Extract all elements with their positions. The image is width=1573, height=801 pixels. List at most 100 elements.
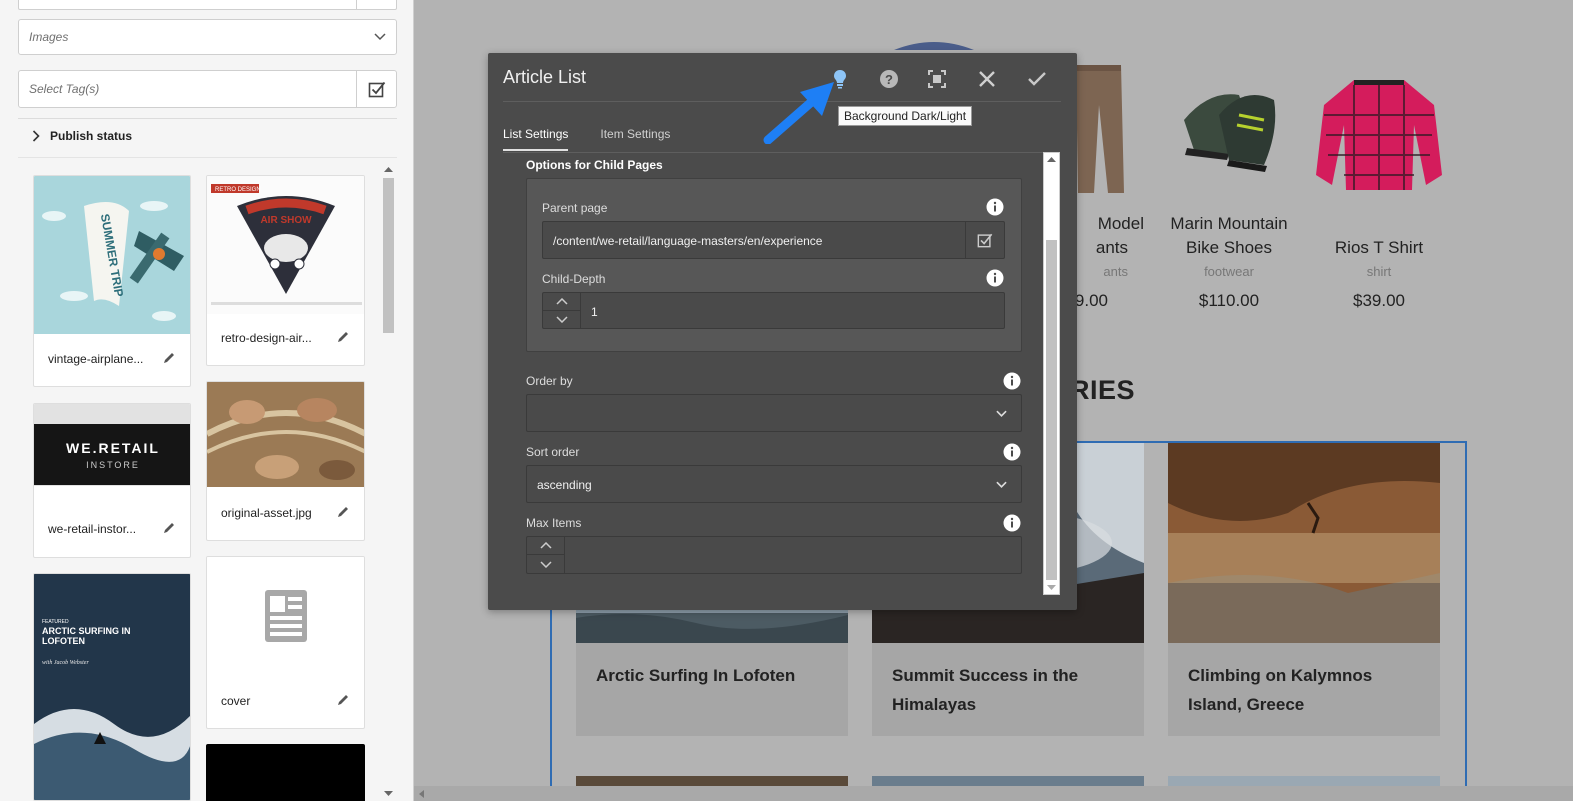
info-icon[interactable] bbox=[1003, 514, 1021, 532]
chevron-down-icon bbox=[996, 410, 1007, 417]
section-title: Options for Child Pages bbox=[526, 158, 663, 172]
max-items-label: Max Items bbox=[526, 516, 582, 530]
dialog-scrollbar[interactable] bbox=[1043, 152, 1060, 595]
asset-card-we-retail-instore[interactable]: WE.RETAIL INSTORE we-retail-instor... bbox=[33, 403, 191, 558]
scroll-up-icon[interactable] bbox=[1047, 156, 1056, 163]
scroll-down-icon[interactable] bbox=[1047, 584, 1056, 591]
checklist-icon bbox=[368, 81, 385, 98]
fullscreen-icon bbox=[928, 70, 946, 88]
asset-card-original-asset[interactable]: original-asset.jpg bbox=[206, 381, 365, 541]
chevron-down-icon bbox=[374, 33, 386, 41]
order-by-select[interactable] bbox=[526, 394, 1022, 432]
scrollbar-thumb[interactable] bbox=[383, 178, 394, 333]
edit-icon[interactable] bbox=[336, 693, 350, 707]
sort-order-label: Sort order bbox=[526, 445, 580, 459]
tags-input[interactable]: Select Tag(s) bbox=[19, 71, 356, 107]
decrement-button[interactable] bbox=[527, 555, 564, 573]
svg-text:WE.RETAIL: WE.RETAIL bbox=[66, 440, 160, 456]
preview-horizontal-scrollbar[interactable] bbox=[414, 786, 1573, 801]
help-button[interactable]: ? bbox=[876, 66, 902, 92]
asset-name: original-asset.jpg bbox=[221, 506, 312, 520]
edit-icon[interactable] bbox=[162, 521, 176, 535]
child-depth-label: Child-Depth bbox=[542, 272, 606, 286]
browse-parent-page-button[interactable] bbox=[965, 222, 1004, 258]
chevron-down-icon bbox=[555, 316, 568, 323]
product-card-t-shirt[interactable]: Rios T Shirt shirt $39.00 bbox=[1304, 212, 1454, 311]
increment-button[interactable] bbox=[527, 537, 564, 555]
product-name-line2: Bike Shoes bbox=[1186, 238, 1272, 257]
svg-text:RETRO DESIGN: RETRO DESIGN bbox=[215, 187, 261, 193]
close-button[interactable] bbox=[974, 66, 1000, 92]
chevron-up-icon bbox=[555, 297, 568, 305]
decrement-button[interactable] bbox=[543, 311, 580, 329]
info-icon[interactable] bbox=[1003, 443, 1021, 461]
info-icon[interactable] bbox=[986, 269, 1004, 287]
asset-panel-scrollbar[interactable] bbox=[382, 166, 395, 801]
parent-page-label: Parent page bbox=[542, 201, 608, 215]
asset-card-retro-design[interactable]: RETRO DESIGN AIR SHOW retro-design-air..… bbox=[206, 175, 365, 366]
edit-icon[interactable] bbox=[336, 330, 350, 344]
info-icon[interactable] bbox=[1003, 372, 1021, 390]
article-card-climbing-kalymnos[interactable]: Climbing on Kalymnos Island, Greece bbox=[1168, 443, 1440, 736]
child-depth-input[interactable]: 1 bbox=[591, 305, 598, 319]
product-image-bike-shoes bbox=[1184, 94, 1276, 172]
help-icon: ? bbox=[880, 70, 898, 88]
child-depth-stepper bbox=[543, 293, 581, 328]
edit-icon[interactable] bbox=[336, 505, 350, 519]
annotation-arrow bbox=[763, 82, 834, 144]
tooltip: Background Dark/Light bbox=[838, 106, 973, 126]
product-card-bike-shoes[interactable]: Marin Mountain Bike Shoes footwear $110.… bbox=[1154, 212, 1304, 311]
asset-thumbnail: RETRO DESIGN AIR SHOW bbox=[207, 176, 364, 314]
product-image-t-shirt bbox=[1316, 80, 1442, 190]
scrollbar-thumb[interactable] bbox=[1046, 240, 1057, 580]
svg-text:with Jacob Webster: with Jacob Webster bbox=[42, 660, 89, 666]
fullscreen-button[interactable] bbox=[924, 66, 950, 92]
product-image-shirt-partial bbox=[894, 42, 974, 50]
checklist-icon bbox=[977, 233, 993, 248]
publish-status-toggle[interactable]: Publish status bbox=[32, 129, 132, 143]
asset-card-dark[interactable] bbox=[206, 744, 365, 801]
svg-text:?: ? bbox=[885, 72, 893, 87]
scroll-left-icon[interactable] bbox=[419, 790, 425, 798]
asset-thumbnail bbox=[207, 382, 364, 487]
info-icon[interactable] bbox=[986, 198, 1004, 216]
asset-thumbnail: FEATURED ARCTIC SURFING IN LOFOTEN with … bbox=[34, 574, 190, 800]
sort-order-select[interactable]: ascending bbox=[526, 465, 1022, 503]
child-depth-field: 1 bbox=[542, 292, 1005, 329]
asset-type-value: Images bbox=[29, 30, 69, 44]
asset-card-arctic-surfing[interactable]: FEATURED ARCTIC SURFING IN LOFOTEN with … bbox=[33, 573, 191, 801]
publish-status-label: Publish status bbox=[50, 129, 133, 143]
tabs-divider bbox=[503, 152, 1045, 153]
edit-icon[interactable] bbox=[162, 351, 176, 365]
product-name-line2: Rios T Shirt bbox=[1334, 238, 1424, 257]
asset-name: we-retail-instor... bbox=[48, 522, 137, 536]
asset-panel: Images Select Tag(s) Publish status SUMM… bbox=[0, 0, 414, 801]
sort-order-value: ascending bbox=[537, 478, 592, 492]
product-price: $110.00 bbox=[1198, 291, 1260, 310]
search-field[interactable] bbox=[18, 0, 397, 10]
tab-item-settings[interactable]: Item Settings bbox=[600, 127, 670, 151]
scroll-up-icon[interactable] bbox=[384, 166, 393, 173]
chevron-up-icon bbox=[539, 542, 552, 549]
section-heading: RIES bbox=[1070, 375, 1136, 405]
max-items-field bbox=[526, 536, 1022, 574]
divider bbox=[18, 157, 397, 158]
chevron-down-icon bbox=[996, 481, 1007, 488]
done-button[interactable] bbox=[1024, 66, 1050, 92]
asset-card-vintage-airplane[interactable]: SUMMER TRIP vintage-airplane... bbox=[33, 175, 191, 387]
increment-button[interactable] bbox=[543, 293, 580, 311]
scroll-down-icon[interactable] bbox=[384, 790, 393, 797]
article-title: Climbing on Kalymnos Island, Greece bbox=[1188, 666, 1373, 714]
asset-card-cover[interactable]: cover bbox=[206, 556, 365, 729]
chevron-down-icon bbox=[539, 560, 552, 568]
tab-list-settings[interactable]: List Settings bbox=[503, 127, 569, 151]
asset-name: vintage-airplane... bbox=[48, 352, 144, 366]
svg-text:FEATURED: FEATURED bbox=[42, 619, 69, 625]
chevron-right-icon bbox=[32, 130, 40, 142]
document-icon bbox=[265, 590, 307, 642]
parent-page-input[interactable]: /content/we-retail/language-masters/en/e… bbox=[553, 234, 822, 248]
divider bbox=[18, 118, 397, 119]
asset-type-select[interactable]: Images bbox=[18, 19, 397, 55]
select-tags-button[interactable] bbox=[356, 71, 396, 107]
max-items-stepper bbox=[527, 537, 565, 573]
